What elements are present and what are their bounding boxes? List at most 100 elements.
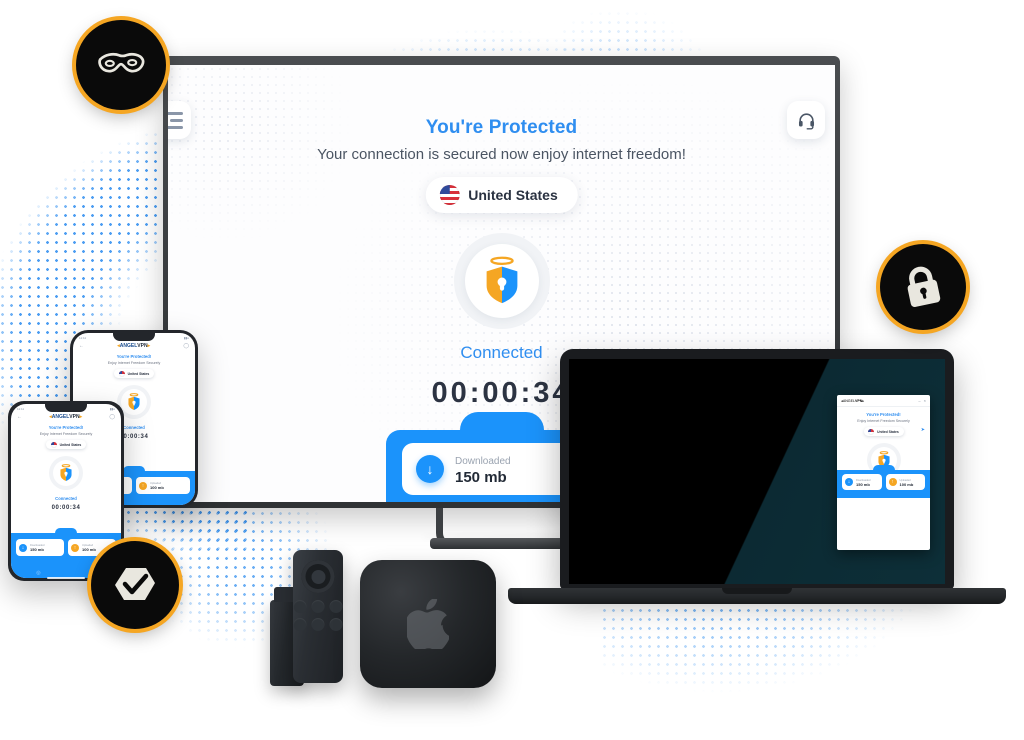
- anonymity-mask-badge: [76, 20, 166, 110]
- phone-notch: [45, 404, 87, 412]
- phone-title: You're Protected!: [48, 425, 84, 430]
- phone-uploaded-value: 100 mb: [82, 547, 96, 553]
- search-icon[interactable]: ◯: [183, 343, 189, 349]
- phone-downloaded-card: ↓ Downloaded 150 mb: [16, 539, 64, 556]
- angel-shield-icon: [128, 393, 140, 410]
- phone-timer: 00:00:34: [51, 505, 81, 511]
- tv-remote: [293, 550, 343, 683]
- page-subtitle: Your connection is secured now enjoy int…: [317, 146, 686, 163]
- phone-title: You're Protected!: [116, 354, 152, 359]
- remote-home-button: [311, 600, 325, 613]
- search-icon[interactable]: ◯: [109, 414, 115, 420]
- brand-logo: ◂ANGELVPN▸: [49, 414, 83, 420]
- back-arrow-icon[interactable]: ←: [17, 414, 22, 420]
- us-flag-icon: [868, 428, 875, 435]
- phone-status: Connected: [55, 496, 77, 501]
- window-title-text: You're Protected!: [866, 412, 901, 417]
- shield-check-icon: [115, 568, 155, 600]
- window-downloaded-value: 150 mb: [856, 481, 870, 487]
- phone-topbar: ← ◂ANGELVPN▸ ◯: [73, 340, 195, 349]
- window-stats-panel: ↓ Downloaded 150 mb ↑ Uploaded 100 mb: [837, 470, 930, 498]
- stats-panel-notch: [459, 412, 544, 430]
- download-arrow-icon: ↓: [416, 455, 444, 483]
- monitor-stand: [421, 508, 767, 549]
- remote-rewind-button: [293, 618, 307, 631]
- phone-home-indicator: [47, 576, 85, 579]
- connection-shield-button[interactable]: [453, 233, 550, 329]
- download-arrow-icon: ↓: [19, 543, 27, 552]
- back-arrow-icon[interactable]: ←: [79, 343, 84, 349]
- upload-arrow-icon: ↑: [888, 478, 897, 486]
- us-flag-icon: [50, 441, 57, 448]
- angel-shield-icon: [60, 464, 72, 481]
- country-label: United States: [468, 187, 558, 203]
- upload-arrow-icon: ↑: [139, 481, 147, 490]
- country-selector[interactable]: United States: [425, 177, 578, 213]
- statusbar-time: 11:11: [79, 336, 87, 340]
- remote-buttons: [293, 600, 343, 631]
- downloaded-value: 150 mb: [455, 468, 507, 486]
- mask-icon: [98, 52, 145, 73]
- phone-uploaded-value: 100 mb: [150, 485, 164, 491]
- close-button[interactable]: ×: [924, 398, 926, 403]
- window-uploaded-value: 100 mb: [899, 481, 914, 487]
- brand-part1: ANGEL: [842, 398, 855, 403]
- angel-shield-icon: [486, 256, 517, 304]
- apple-logo-icon: [407, 599, 449, 649]
- laptop-screen: ◂ANGELVPN▸ – × ➤ You're Protected! Enjoy…: [569, 359, 945, 584]
- laptop-base-notch: [722, 588, 792, 594]
- remote-menu-button: [329, 600, 343, 613]
- phone-shield-inner: [53, 460, 79, 486]
- remote-back-button: [293, 600, 307, 613]
- phone-country-selector[interactable]: United States: [46, 440, 86, 449]
- downloaded-label: Downloaded: [455, 455, 511, 467]
- illustration-stage: You're Protected Your connection is secu…: [0, 0, 1024, 740]
- upload-arrow-icon: ↑: [71, 543, 79, 552]
- window-downloaded-card: ↓ Downloaded 150 mb: [842, 474, 882, 490]
- phone-shield-inner: [121, 389, 147, 415]
- phone-connection-shield[interactable]: [49, 456, 83, 490]
- download-arrow-icon: ↓: [845, 478, 853, 486]
- brand-part2: VPN: [69, 414, 80, 420]
- remote-forward-button: [329, 618, 343, 631]
- laptop-lid: ◂ANGELVPN▸ – × ➤ You're Protected! Enjoy…: [560, 349, 954, 589]
- window-controls: – ×: [918, 398, 926, 403]
- brand-logo: ◂ANGELVPN▸: [117, 343, 151, 349]
- window-subtitle: Enjoy Internet Freedom Securely: [857, 419, 910, 423]
- phone-topbar: ← ◂ANGELVPN▸ ◯: [11, 411, 121, 420]
- window-titlebar: ◂ANGELVPN▸ – ×: [837, 395, 930, 407]
- brand-logo: ◂ANGELVPN▸: [841, 398, 865, 403]
- remote-play-button: [311, 618, 325, 631]
- us-flag-icon: [118, 370, 125, 377]
- page-title: You're Protected: [425, 117, 578, 138]
- minimize-button[interactable]: –: [918, 398, 920, 403]
- phone-subtitle: Enjoy Internet Freedom Securely: [39, 432, 93, 436]
- window-country-selector[interactable]: United States: [863, 427, 904, 436]
- brand-part2: VPN: [137, 343, 148, 349]
- send-icon[interactable]: ➤: [921, 427, 925, 433]
- window-uploaded-card: ↑ Uploaded 100 mb: [885, 474, 925, 490]
- us-flag-icon: [439, 185, 460, 205]
- shield-inner-circle: [464, 244, 539, 318]
- phone-country-label: United States: [127, 371, 150, 376]
- verified-shield-badge: [91, 541, 179, 629]
- laptop: ◂ANGELVPN▸ – × ➤ You're Protected! Enjoy…: [508, 349, 1006, 619]
- phone-notch: [113, 333, 155, 341]
- statusbar-signal-icon: ▮▮●: [183, 336, 189, 340]
- remote-dpad-icon: [301, 560, 335, 593]
- phone-downloaded-value: 150 mb: [30, 547, 44, 553]
- vpn-window-content: ➤ You're Protected! Enjoy Internet Freed…: [837, 412, 930, 498]
- vpn-desktop-window: ◂ANGELVPN▸ – × ➤ You're Protected! Enjoy…: [837, 395, 930, 550]
- brand-part1: ANGEL: [51, 414, 70, 420]
- phone-subtitle: Enjoy Internet Freedom Securely: [107, 361, 161, 365]
- padlock-icon: [907, 266, 941, 308]
- sidebar-item-globe[interactable]: ◎: [36, 570, 40, 576]
- statusbar-signal-icon: ▮▮●: [109, 407, 115, 411]
- phone-uploaded-card: ↑ Uploaded 100 mb: [136, 477, 190, 494]
- statusbar-time: 11:11: [17, 407, 25, 411]
- window-country-label: United States: [877, 429, 899, 434]
- security-lock-badge: [880, 244, 966, 330]
- apple-tv-box: [360, 560, 496, 688]
- brand-part1: ANGEL: [119, 343, 138, 349]
- phone-country-selector[interactable]: United States: [114, 369, 154, 378]
